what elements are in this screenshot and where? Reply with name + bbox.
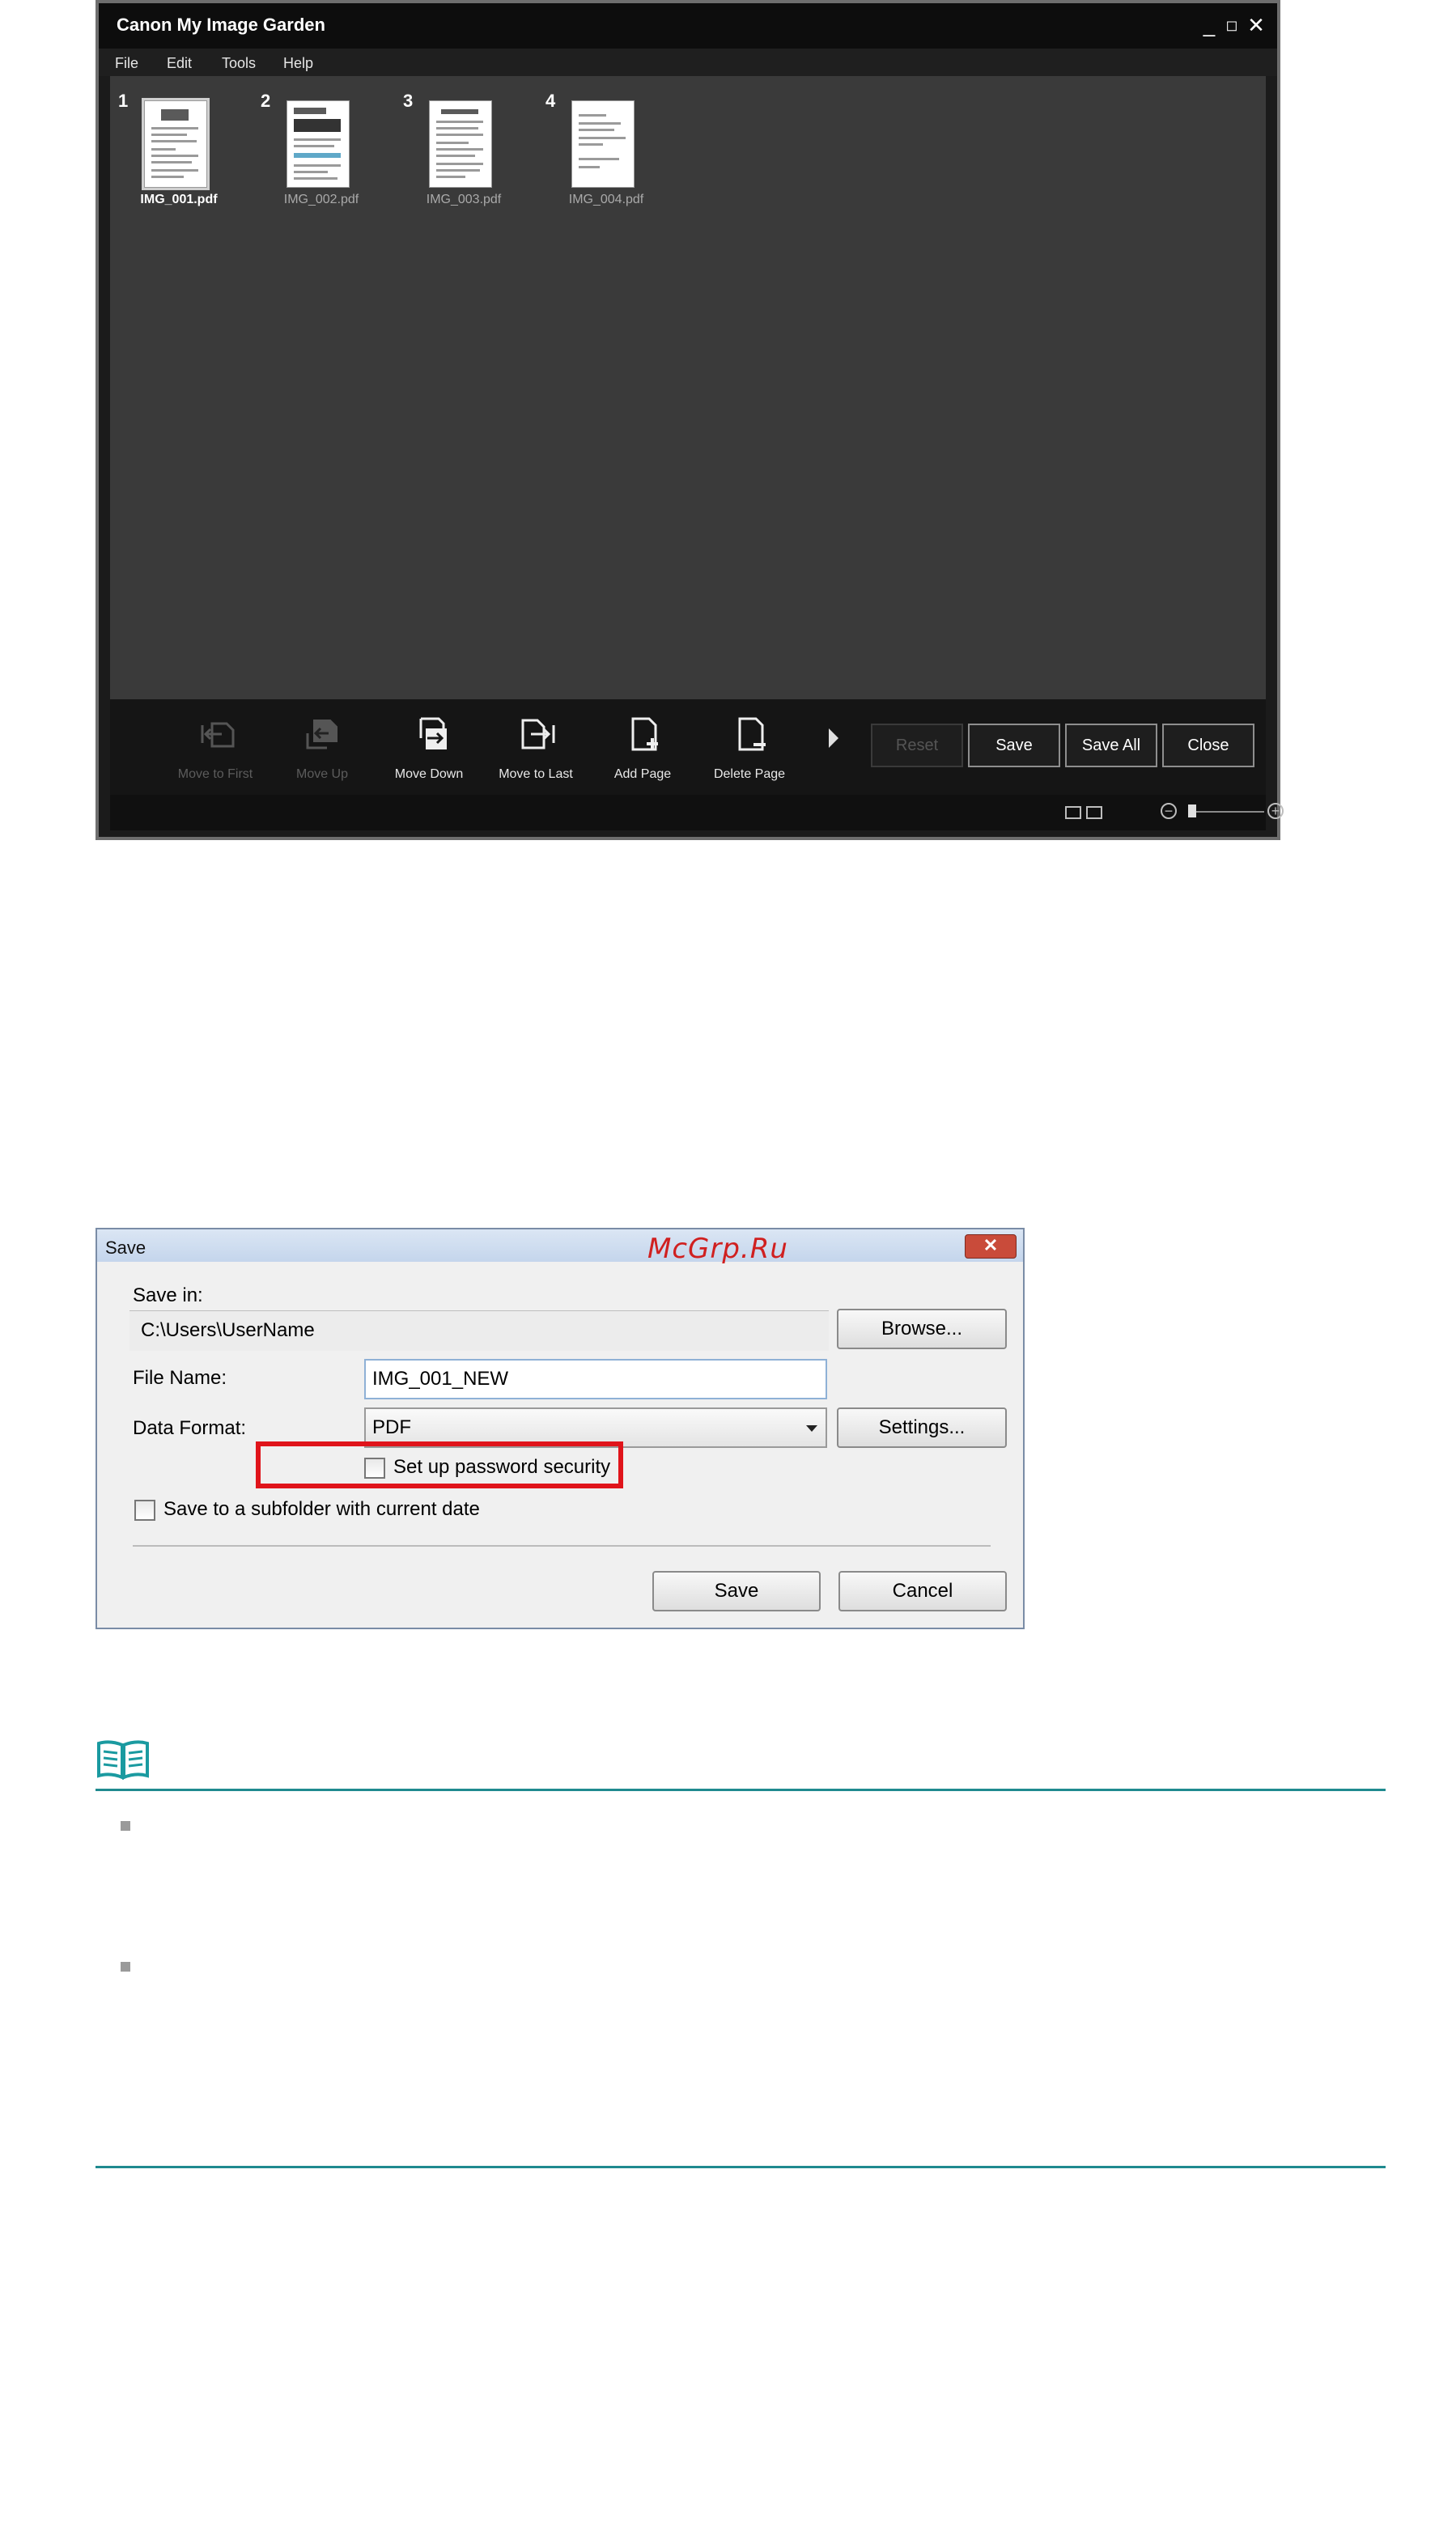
settings-button[interactable]: Settings... (837, 1407, 1007, 1448)
move-to-first-button[interactable]: Move to First (163, 699, 267, 795)
page-toolbar: Move to First Move Up Move Down Move to … (110, 699, 1266, 795)
page-thumbnail-4[interactable]: 4 IMG_004.pdf (545, 91, 667, 220)
password-security-highlight-box (256, 1441, 623, 1488)
file-name-field[interactable]: IMG_001_NEW (364, 1359, 827, 1399)
note-bullet-1 (121, 1821, 130, 1831)
move-up-label: Move Up (295, 767, 349, 781)
page-number: 4 (545, 91, 556, 111)
note-book-icon (97, 1740, 149, 1780)
zoom-slider-thumb[interactable] (1188, 805, 1196, 817)
browse-button[interactable]: Browse... (837, 1309, 1007, 1349)
save-in-path: C:\Users\UserName (129, 1310, 829, 1351)
move-down-label: Move Down (394, 767, 464, 781)
more-tools-arrow-icon[interactable] (829, 728, 838, 748)
page-number: 2 (261, 91, 271, 111)
page-preview (571, 100, 635, 188)
add-page-icon (631, 717, 658, 751)
page-thumbnail-area: 1 IMG_001.pdf 2 IMG_002.pdf 3 IMG_003.pd… (110, 76, 1266, 699)
move-to-first-label: Move to First (177, 767, 253, 781)
status-bar: − + (110, 795, 1284, 830)
save-dialog: Save McGrp.Ru ✕ Save in: C:\Users\UserNa… (96, 1228, 1025, 1629)
page-filename: IMG_004.pdf (568, 193, 644, 206)
move-to-last-icon (521, 719, 555, 749)
move-up-icon (306, 720, 337, 749)
move-to-last-label: Move to Last (499, 767, 573, 781)
zoom-slider-track[interactable] (1193, 811, 1264, 813)
data-format-label: Data Format: (133, 1417, 247, 1439)
detail-view-icon[interactable] (1086, 806, 1102, 819)
delete-page-button[interactable]: Delete Page (698, 699, 801, 795)
menu-help[interactable]: Help (283, 55, 313, 72)
page-preview (429, 100, 492, 188)
dialog-save-button[interactable]: Save (652, 1571, 821, 1611)
dialog-cancel-button[interactable]: Cancel (838, 1571, 1007, 1611)
zoom-in-icon[interactable]: + (1267, 803, 1284, 819)
move-to-last-button[interactable]: Move to Last (484, 699, 588, 795)
menu-edit[interactable]: Edit (167, 55, 192, 72)
add-page-label: Add Page (613, 767, 672, 781)
page-number: 3 (403, 91, 414, 111)
page-filename: IMG_001.pdf (140, 193, 218, 206)
page-thumbnail-2[interactable]: 2 IMG_002.pdf (261, 91, 382, 220)
page-preview (287, 100, 350, 188)
page-number: 1 (118, 91, 129, 111)
page-filename: IMG_003.pdf (426, 193, 502, 206)
note-bullet-2 (121, 1962, 130, 1972)
title-bar: Canon My Image Garden _ ◻ ✕ (99, 3, 1277, 49)
dialog-title-bar: Save McGrp.Ru ✕ (97, 1229, 1023, 1265)
move-down-button[interactable]: Move Down (377, 699, 481, 795)
move-up-button[interactable]: Move Up (270, 699, 374, 795)
save-in-label: Save in: (133, 1284, 203, 1306)
save-button[interactable]: Save (968, 724, 1060, 767)
subfolder-date-label: Save to a subfolder with current date (163, 1498, 480, 1520)
zoom-out-icon[interactable]: − (1161, 803, 1177, 819)
data-format-value: PDF (372, 1416, 411, 1438)
menu-bar: File Edit Tools Help (99, 49, 1277, 76)
add-page-button[interactable]: Add Page (591, 699, 694, 795)
delete-page-icon (738, 717, 766, 751)
menu-file[interactable]: File (115, 55, 138, 72)
close-button[interactable]: Close (1162, 724, 1254, 767)
window-title: Canon My Image Garden (117, 15, 325, 35)
page-thumbnail-3[interactable]: 3 IMG_003.pdf (403, 91, 524, 220)
page-filename: IMG_002.pdf (283, 193, 359, 206)
image-garden-window: Canon My Image Garden _ ◻ ✕ File Edit To… (96, 0, 1284, 840)
reset-button[interactable]: Reset (871, 724, 963, 767)
delete-page-label: Delete Page (713, 767, 786, 781)
maximize-icon[interactable]: ◻ (1220, 11, 1243, 39)
page-thumbnail-1[interactable]: 1 IMG_001.pdf (118, 91, 240, 220)
thumbnail-view-icon[interactable] (1065, 806, 1081, 819)
file-name-label: File Name: (133, 1367, 227, 1389)
minimize-icon[interactable]: _ (1198, 11, 1220, 39)
save-all-button[interactable]: Save All (1065, 724, 1157, 767)
dialog-close-icon[interactable]: ✕ (965, 1234, 1017, 1259)
move-down-icon (419, 717, 447, 749)
close-icon[interactable]: ✕ (1245, 11, 1267, 39)
menu-tools[interactable]: Tools (222, 55, 256, 72)
dialog-divider (133, 1545, 991, 1547)
move-to-first-icon (201, 722, 235, 748)
dialog-title: Save (105, 1238, 146, 1258)
watermark-text: McGrp.Ru (647, 1233, 788, 1265)
note-top-rule (96, 1789, 1386, 1791)
chevron-down-icon (806, 1425, 817, 1432)
note-bottom-rule (96, 2166, 1386, 2168)
page-preview (142, 98, 210, 190)
subfolder-date-checkbox[interactable] (134, 1500, 155, 1521)
